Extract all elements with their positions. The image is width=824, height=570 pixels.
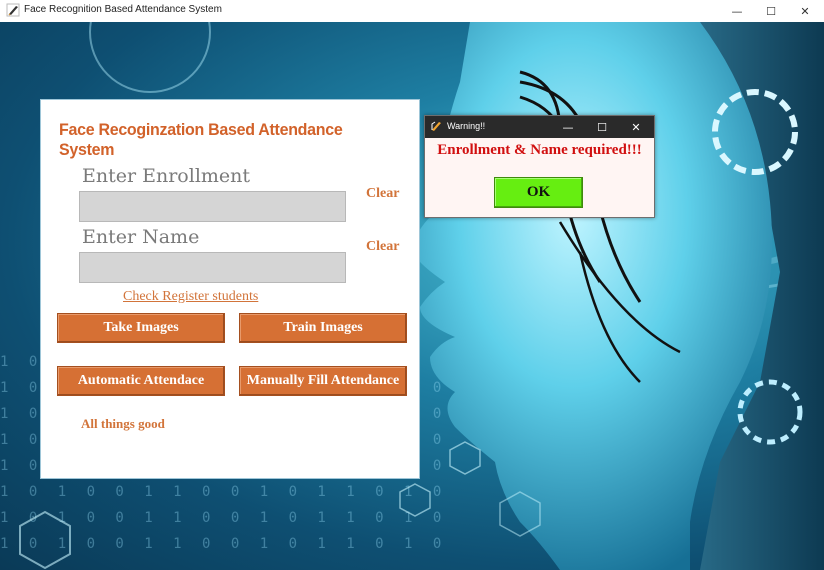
clear-enrollment-button[interactable]: Clear: [366, 186, 399, 202]
train-images-button[interactable]: Train Images: [239, 313, 407, 343]
name-input[interactable]: [79, 252, 346, 283]
automatic-attendance-button[interactable]: Automatic Attendace: [57, 366, 225, 396]
attendance-panel: Face Recoginzation Based Attendance Syst…: [40, 99, 420, 479]
app-feather-icon: [6, 3, 20, 17]
window-titlebar: Face Recognition Based Attendance System…: [0, 0, 824, 23]
window-maximize-button[interactable]: ☐: [754, 0, 788, 22]
manual-attendance-button[interactable]: Manually Fill Attendance: [239, 366, 407, 396]
status-message: All things good: [81, 416, 165, 431]
dialog-close-button[interactable]: ✕: [619, 116, 653, 138]
clear-name-button[interactable]: Clear: [366, 239, 399, 255]
enrollment-input[interactable]: [79, 191, 346, 222]
tk-feather-icon: [431, 121, 441, 131]
window-title: Face Recognition Based Attendance System: [24, 4, 222, 15]
panel-heading: Face Recoginzation Based Attendance Syst…: [59, 120, 343, 159]
dialog-maximize-button[interactable]: ☐: [585, 116, 619, 138]
dialog-titlebar: Warning!! — ☐ ✕: [425, 116, 654, 138]
window-minimize-button[interactable]: —: [720, 0, 754, 22]
warning-dialog: Warning!! — ☐ ✕ Enrollment & Name requir…: [424, 115, 655, 218]
check-register-link[interactable]: Check Register students: [123, 289, 258, 305]
take-images-button[interactable]: Take Images: [57, 313, 225, 343]
enrollment-label: Enter Enrollment: [82, 165, 251, 187]
name-label: Enter Name: [82, 226, 200, 248]
ok-button[interactable]: OK: [494, 177, 583, 208]
dialog-title: Warning!!: [447, 121, 486, 131]
dialog-message: Enrollment & Name required!!!: [437, 142, 642, 158]
dialog-minimize-button[interactable]: —: [551, 116, 585, 138]
window-close-button[interactable]: ✕: [788, 0, 822, 22]
